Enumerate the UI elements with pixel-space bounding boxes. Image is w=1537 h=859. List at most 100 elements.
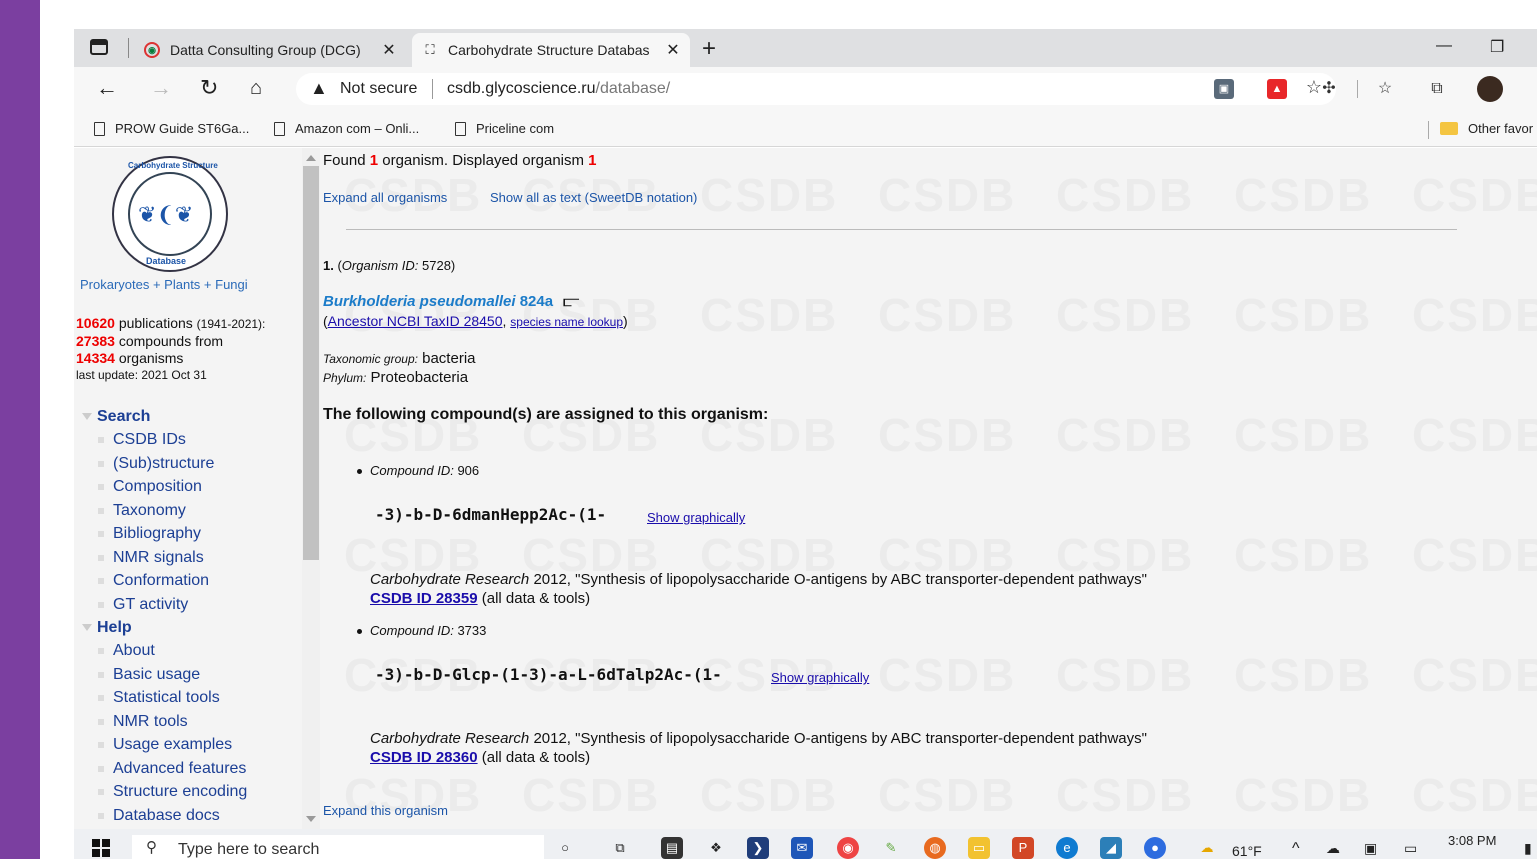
menu-item-conformation[interactable]: Conformation (82, 569, 302, 593)
extension-icon[interactable]: ▣ (1214, 79, 1234, 99)
menu-item-taxonomy[interactable]: Taxonomy (82, 499, 302, 523)
tab-csdb[interactable]: ⛶ Carbohydrate Structure Databas ✕ (412, 33, 690, 67)
notifications-icon[interactable]: ▮ (1524, 840, 1532, 857)
search-placeholder[interactable]: Type here to search (178, 841, 319, 859)
scrollbar-thumb[interactable] (303, 166, 319, 560)
menu-item-csdb-ids[interactable]: CSDB IDs (82, 428, 302, 452)
profile-avatar[interactable] (1477, 76, 1503, 102)
organism-index: 1. (323, 258, 334, 273)
weather-temp[interactable]: 61°F (1232, 843, 1262, 859)
tree-icon[interactable]: ⫍ (563, 293, 579, 310)
expand-this-organism-link[interactable]: Expand this organism (323, 803, 448, 818)
page-icon (455, 121, 466, 136)
tab-dcg[interactable]: ◉ Datta Consulting Group (DCG) ✕ (134, 33, 406, 67)
cortana-icon[interactable]: ○ (554, 837, 576, 859)
menu-item-composition[interactable]: Composition (82, 475, 302, 499)
menu-item-gt-activity[interactable]: GT activity (82, 593, 302, 617)
sidebar-scrollbar[interactable] (302, 148, 320, 829)
menu-item-advanced-features[interactable]: Advanced features (82, 757, 302, 781)
expand-all-link[interactable]: Expand all organisms (323, 190, 447, 205)
bullet-icon (357, 629, 362, 635)
menu-item-usage-examples[interactable]: Usage examples (82, 733, 302, 757)
tab-actions-icon[interactable] (90, 39, 108, 55)
menu-section-search[interactable]: Search (82, 405, 302, 428)
battery-icon[interactable]: ▭ (1404, 840, 1417, 857)
bookmark-label: PROW Guide ST6Ga... (115, 121, 250, 136)
organism-id: 5728 (422, 258, 451, 273)
other-favorites[interactable]: Other favor (1440, 121, 1533, 136)
chrome-icon[interactable]: ◉ (837, 837, 859, 859)
csdb-id-link[interactable]: CSDB ID 28359 (370, 590, 478, 607)
compound-id: 3733 (457, 623, 487, 638)
menu-item-database-docs[interactable]: Database docs (82, 804, 302, 828)
security-label[interactable]: Not secure (340, 80, 417, 98)
show-all-text-link[interactable]: Show all as text (SweetDB notation) (490, 190, 697, 205)
organism-name[interactable]: Burkholderia pseudomallei (323, 293, 516, 310)
weather-icon: ☁ (1200, 840, 1214, 855)
file-explorer-icon[interactable]: ▭ (968, 837, 990, 859)
bookmark-amazon[interactable]: Amazon com – Onli... (274, 121, 419, 136)
compounds-heading: The following compound(s) are assigned t… (323, 406, 769, 423)
menu-item-statistical-tools[interactable]: Statistical tools (82, 686, 302, 710)
show-graphically-link[interactable]: Show graphically (771, 670, 869, 685)
forward-icon[interactable]: → (150, 77, 172, 99)
extensions-puzzle-icon[interactable]: ✣ (1319, 79, 1339, 99)
found-prefix: Found (323, 152, 366, 169)
page-content: CSDB CSDB CSDB CSDB CSDB CSDB CSDB CSDB CSDB CSDB… (74, 148, 1537, 829)
stats-compounds: 27383 compounds from (76, 333, 265, 350)
collections-icon[interactable]: ⧉ (1427, 79, 1447, 99)
meet-icon[interactable]: ▣ (1364, 840, 1377, 857)
sidebar-menu: Search CSDB IDs (Sub)structure Compositi… (82, 405, 302, 827)
show-graphically-link[interactable]: Show graphically (647, 510, 745, 525)
menu-item-nmr-signals[interactable]: NMR signals (82, 546, 302, 570)
refresh-icon[interactable]: ↻ (200, 77, 218, 99)
powerpoint-icon[interactable]: P (1012, 837, 1034, 859)
csdb-favicon-icon: ⛶ (425, 42, 435, 57)
new-tab-icon[interactable]: + (702, 35, 716, 63)
main-content: Found 1 organism. Displayed organism 1 E… (323, 148, 1537, 829)
mail-icon[interactable]: ✉ (791, 837, 813, 859)
store-icon[interactable]: ▤ (661, 837, 683, 859)
taskbar-search[interactable]: ⚲ Type here to search (132, 835, 544, 859)
windows-start-icon[interactable] (92, 839, 110, 857)
scroll-down-icon[interactable] (306, 816, 316, 822)
onedrive-icon[interactable]: ☁ (1326, 840, 1340, 857)
csdb-id-link[interactable]: CSDB ID 28360 (370, 749, 478, 766)
ancestor-taxid-link[interactable]: Ancestor NCBI TaxID 28450 (328, 313, 503, 329)
task-view-icon[interactable]: ⧉ (609, 837, 631, 859)
scroll-up-icon[interactable] (306, 155, 316, 161)
home-icon[interactable]: ⌂ (250, 77, 262, 99)
menu-item-nmr-tools[interactable]: NMR tools (82, 710, 302, 734)
back-icon[interactable]: ← (96, 77, 118, 99)
paint-icon[interactable]: ✎ (880, 837, 902, 859)
restore-icon[interactable]: ❐ (1490, 37, 1504, 57)
firefox-icon[interactable]: ◍ (924, 837, 946, 859)
bookmark-prow[interactable]: PROW Guide ST6Ga... (94, 121, 249, 136)
app-icon-2[interactable]: ◢ (1100, 837, 1122, 859)
bookmark-priceline[interactable]: Priceline com (455, 121, 554, 136)
tab-close-icon[interactable]: ✕ (378, 40, 400, 60)
csdb-logo[interactable]: Carbohydrate Structure ❦❨❦ Database (112, 156, 228, 272)
address-bar[interactable]: ▲ Not secure csdb.glycoscience.ru/databa… (296, 73, 1336, 105)
url-text[interactable]: csdb.glycoscience.ru/database/ (447, 80, 670, 98)
extension-red-icon[interactable]: ▲ (1267, 79, 1287, 99)
organism-strain[interactable]: 824a (520, 293, 553, 310)
menu-item-basic-usage[interactable]: Basic usage (82, 663, 302, 687)
app-icon-3[interactable]: ● (1144, 837, 1166, 859)
warning-icon[interactable]: ▲ (310, 78, 328, 99)
app-icon[interactable]: ❯ (747, 837, 769, 859)
edge-icon[interactable]: e (1056, 837, 1078, 859)
menu-section-help[interactable]: Help (82, 616, 302, 639)
minimize-icon[interactable]: — (1436, 37, 1452, 55)
menu-item-substructure[interactable]: (Sub)structure (82, 452, 302, 476)
show-hidden-icons-icon[interactable]: ^ (1292, 840, 1300, 858)
menu-item-structure-encoding[interactable]: Structure encoding (82, 780, 302, 804)
journal-name: Carbohydrate Research (370, 571, 530, 588)
favorites-icon[interactable]: ☆ (1375, 79, 1395, 99)
menu-item-about[interactable]: About (82, 639, 302, 663)
clock-time[interactable]: 3:08 PM (1448, 833, 1496, 848)
tab-close-icon[interactable]: ✕ (662, 40, 684, 60)
species-lookup-link[interactable]: species name lookup (510, 315, 623, 329)
dropbox-icon[interactable]: ❖ (705, 837, 727, 859)
menu-item-bibliography[interactable]: Bibliography (82, 522, 302, 546)
